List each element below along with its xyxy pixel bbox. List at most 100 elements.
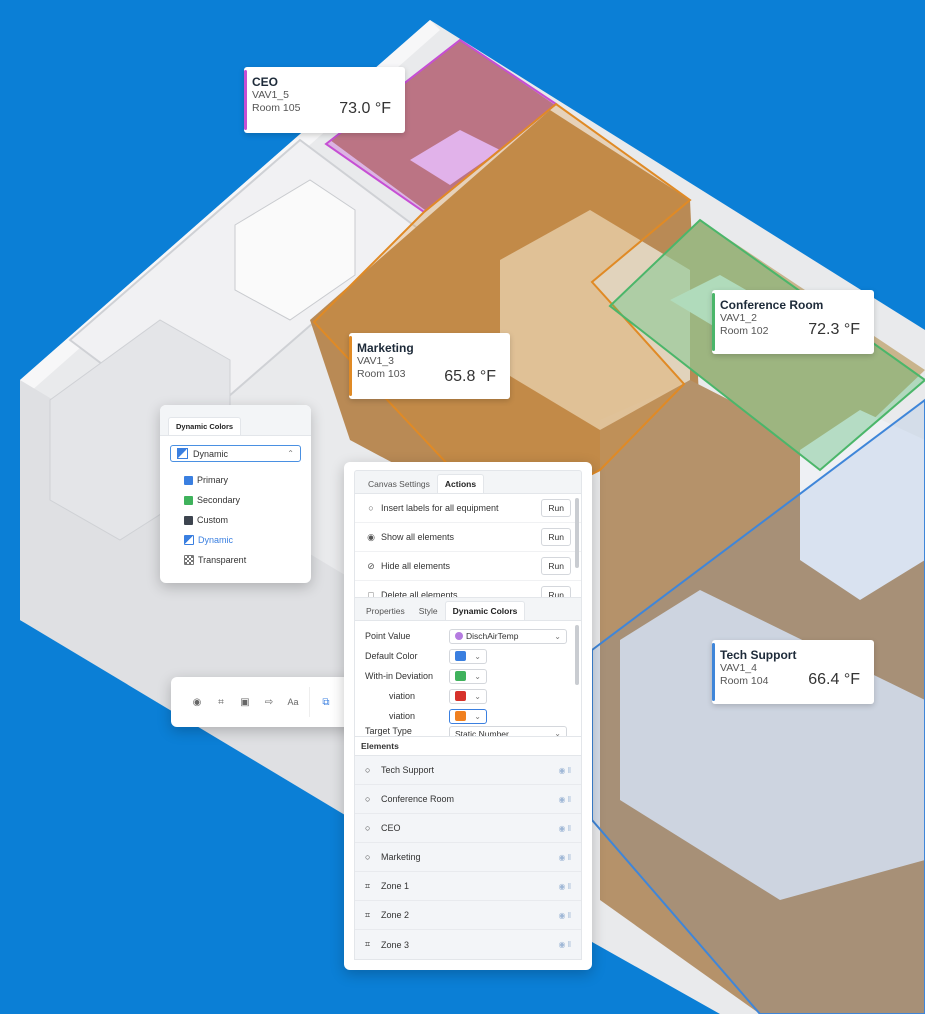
element-row[interactable]: ○ Marketing ◉ ‖ (355, 843, 581, 872)
zone-temperature: 65.8 °F (444, 368, 496, 385)
zone-accent (712, 293, 715, 351)
color-swatch (455, 711, 466, 721)
zone-temperature: 72.3 °F (808, 321, 860, 338)
element-label: Zone 3 (381, 939, 410, 950)
copy-icon[interactable]: ⧉ (314, 697, 338, 708)
option-custom[interactable]: Custom (160, 510, 311, 530)
visibility-controls[interactable]: ◉ ‖ (558, 882, 571, 891)
settings-panel: Canvas Settings Actions ○ Insert labels … (344, 462, 592, 970)
image-icon[interactable]: ▣ (233, 697, 257, 708)
element-label: Tech Support (381, 765, 435, 775)
actions-scrollbar[interactable] (575, 498, 579, 568)
option-transparent[interactable]: Transparent (160, 550, 311, 570)
target-type-row: Target Type Static Number ⌄ (355, 726, 581, 736)
zone-name: Tech Support (720, 648, 797, 662)
tab-canvas-settings[interactable]: Canvas Settings (361, 475, 437, 493)
tab-actions[interactable]: Actions (436, 474, 485, 493)
action-row: □ Delete all elements Run (355, 581, 581, 598)
within-deviation-row: With-in Deviation ⌄ (355, 666, 581, 686)
element-label: Marketing (381, 852, 421, 862)
action-row: ⊘ Hide all elements Run (355, 552, 581, 581)
color-swatch (455, 651, 466, 661)
element-row[interactable]: ⌗ Zone 3 ◉ ‖ (355, 930, 581, 959)
visibility-controls[interactable]: ◉ ‖ (558, 766, 571, 775)
properties-scrollbar[interactable] (575, 625, 579, 685)
zone-icon: ⌗ (365, 909, 371, 920)
zone-accent (712, 643, 715, 701)
within-deviation-picker[interactable]: ⌄ (449, 668, 487, 684)
option-dynamic[interactable]: Dynamic (160, 530, 311, 550)
tab-dynamic-colors[interactable]: Dynamic Colors (444, 601, 526, 620)
element-row[interactable]: ○ Conference Room ◉ ‖ (355, 785, 581, 814)
primary-swatch (184, 475, 193, 485)
tag-icon: ○ (365, 794, 371, 804)
option-label: Dynamic (198, 535, 234, 545)
tag-icon[interactable]: ◉ (185, 697, 209, 708)
zone-accent (349, 336, 352, 396)
trash-icon: □ (368, 590, 374, 598)
secondary-swatch (184, 495, 193, 505)
color-mode-selected: Dynamic (193, 448, 229, 459)
target-type-select[interactable]: Static Number ⌄ (449, 726, 567, 736)
visibility-controls[interactable]: ◉ ‖ (558, 824, 571, 833)
tag-icon: ○ (368, 503, 374, 513)
zone-name: Marketing (357, 341, 414, 355)
zone-label-ceo[interactable]: CEO VAV1_5 Room 105 73.0 °F (244, 67, 405, 133)
point-value-select[interactable]: DischAirTemp ⌄ (449, 628, 567, 644)
color-swatch (455, 691, 466, 701)
tag-icon: ○ (365, 823, 371, 833)
zone-icon: ⌗ (365, 939, 371, 949)
zone-temperature: 73.0 °F (339, 100, 391, 117)
option-label: Primary (197, 475, 228, 485)
elements-header: Elements (355, 737, 581, 756)
chevron-up-icon: ⌃ (287, 449, 294, 458)
element-label: Conference Room (381, 794, 455, 804)
element-label: CEO (381, 823, 401, 833)
option-label: Secondary (197, 495, 241, 505)
zone-icon[interactable]: ⌗ (209, 697, 233, 708)
eye-off-icon: ⊘ (367, 560, 375, 571)
popup-tabs: Dynamic Colors (160, 405, 311, 436)
zone-label-conference[interactable]: Conference Room VAV1_2 Room 102 72.3 °F (712, 290, 874, 354)
default-color-picker[interactable]: ⌄ (449, 648, 487, 664)
checkerboard-icon (184, 555, 194, 565)
option-secondary[interactable]: Secondary (160, 490, 311, 510)
visibility-controls[interactable]: ◉ ‖ (558, 853, 571, 862)
element-row[interactable]: ○ Tech Support ◉ ‖ (355, 756, 581, 785)
visibility-controls[interactable]: ◉ ‖ (558, 940, 571, 949)
tab-dynamic-colors[interactable]: Dynamic Colors (168, 417, 242, 435)
tab-properties[interactable]: Properties (359, 602, 412, 620)
visibility-controls[interactable]: ◉ ‖ (558, 795, 571, 804)
text-tool[interactable]: Aa (281, 697, 305, 707)
option-primary[interactable]: Primary (160, 470, 311, 490)
run-button[interactable]: Run (541, 499, 571, 517)
element-row[interactable]: ⌗ Zone 2 ◉ ‖ (355, 901, 581, 930)
arrow-icon[interactable]: ⇨ (257, 697, 281, 708)
properties-tabs: Properties Style Dynamic Colors (354, 598, 582, 621)
color-mode-select[interactable]: Dynamic ⌃ (170, 445, 301, 462)
tab-style[interactable]: Style (412, 602, 445, 620)
zone-icon: ⌗ (365, 880, 371, 891)
run-button[interactable]: Run (541, 528, 571, 546)
zone-temperature: 66.4 °F (808, 671, 860, 688)
element-label: Zone 2 (381, 910, 410, 920)
zone-label-marketing[interactable]: Marketing VAV1_3 Room 103 65.8 °F (349, 333, 510, 399)
below-deviation-picker[interactable]: ⌄ (449, 688, 487, 704)
element-row[interactable]: ○ CEO ◉ ‖ (355, 814, 581, 843)
visibility-controls[interactable]: ◉ ‖ (558, 911, 571, 920)
toolbar-divider (309, 687, 310, 717)
zone-label-techsupport[interactable]: Tech Support VAV1_4 Room 104 66.4 °F (712, 640, 874, 704)
dynamic-icon (184, 535, 194, 545)
chevron-down-icon: ⌄ (474, 691, 481, 701)
below-deviation-label: viation (389, 691, 416, 701)
default-color-row: Default Color ⌄ (355, 646, 581, 666)
run-button[interactable]: Run (541, 557, 571, 575)
dynamic-icon (177, 448, 188, 459)
action-label: Hide all elements (381, 561, 451, 571)
chevron-down-icon: ⌄ (474, 651, 481, 661)
within-deviation-label: With-in Deviation (365, 671, 434, 681)
element-row[interactable]: ⌗ Zone 1 ◉ ‖ (355, 872, 581, 901)
run-button[interactable]: Run (541, 586, 571, 597)
above-deviation-picker[interactable]: ⌄ (449, 708, 487, 724)
properties-body: Point Value DischAirTemp ⌄ Default Color… (354, 621, 582, 737)
